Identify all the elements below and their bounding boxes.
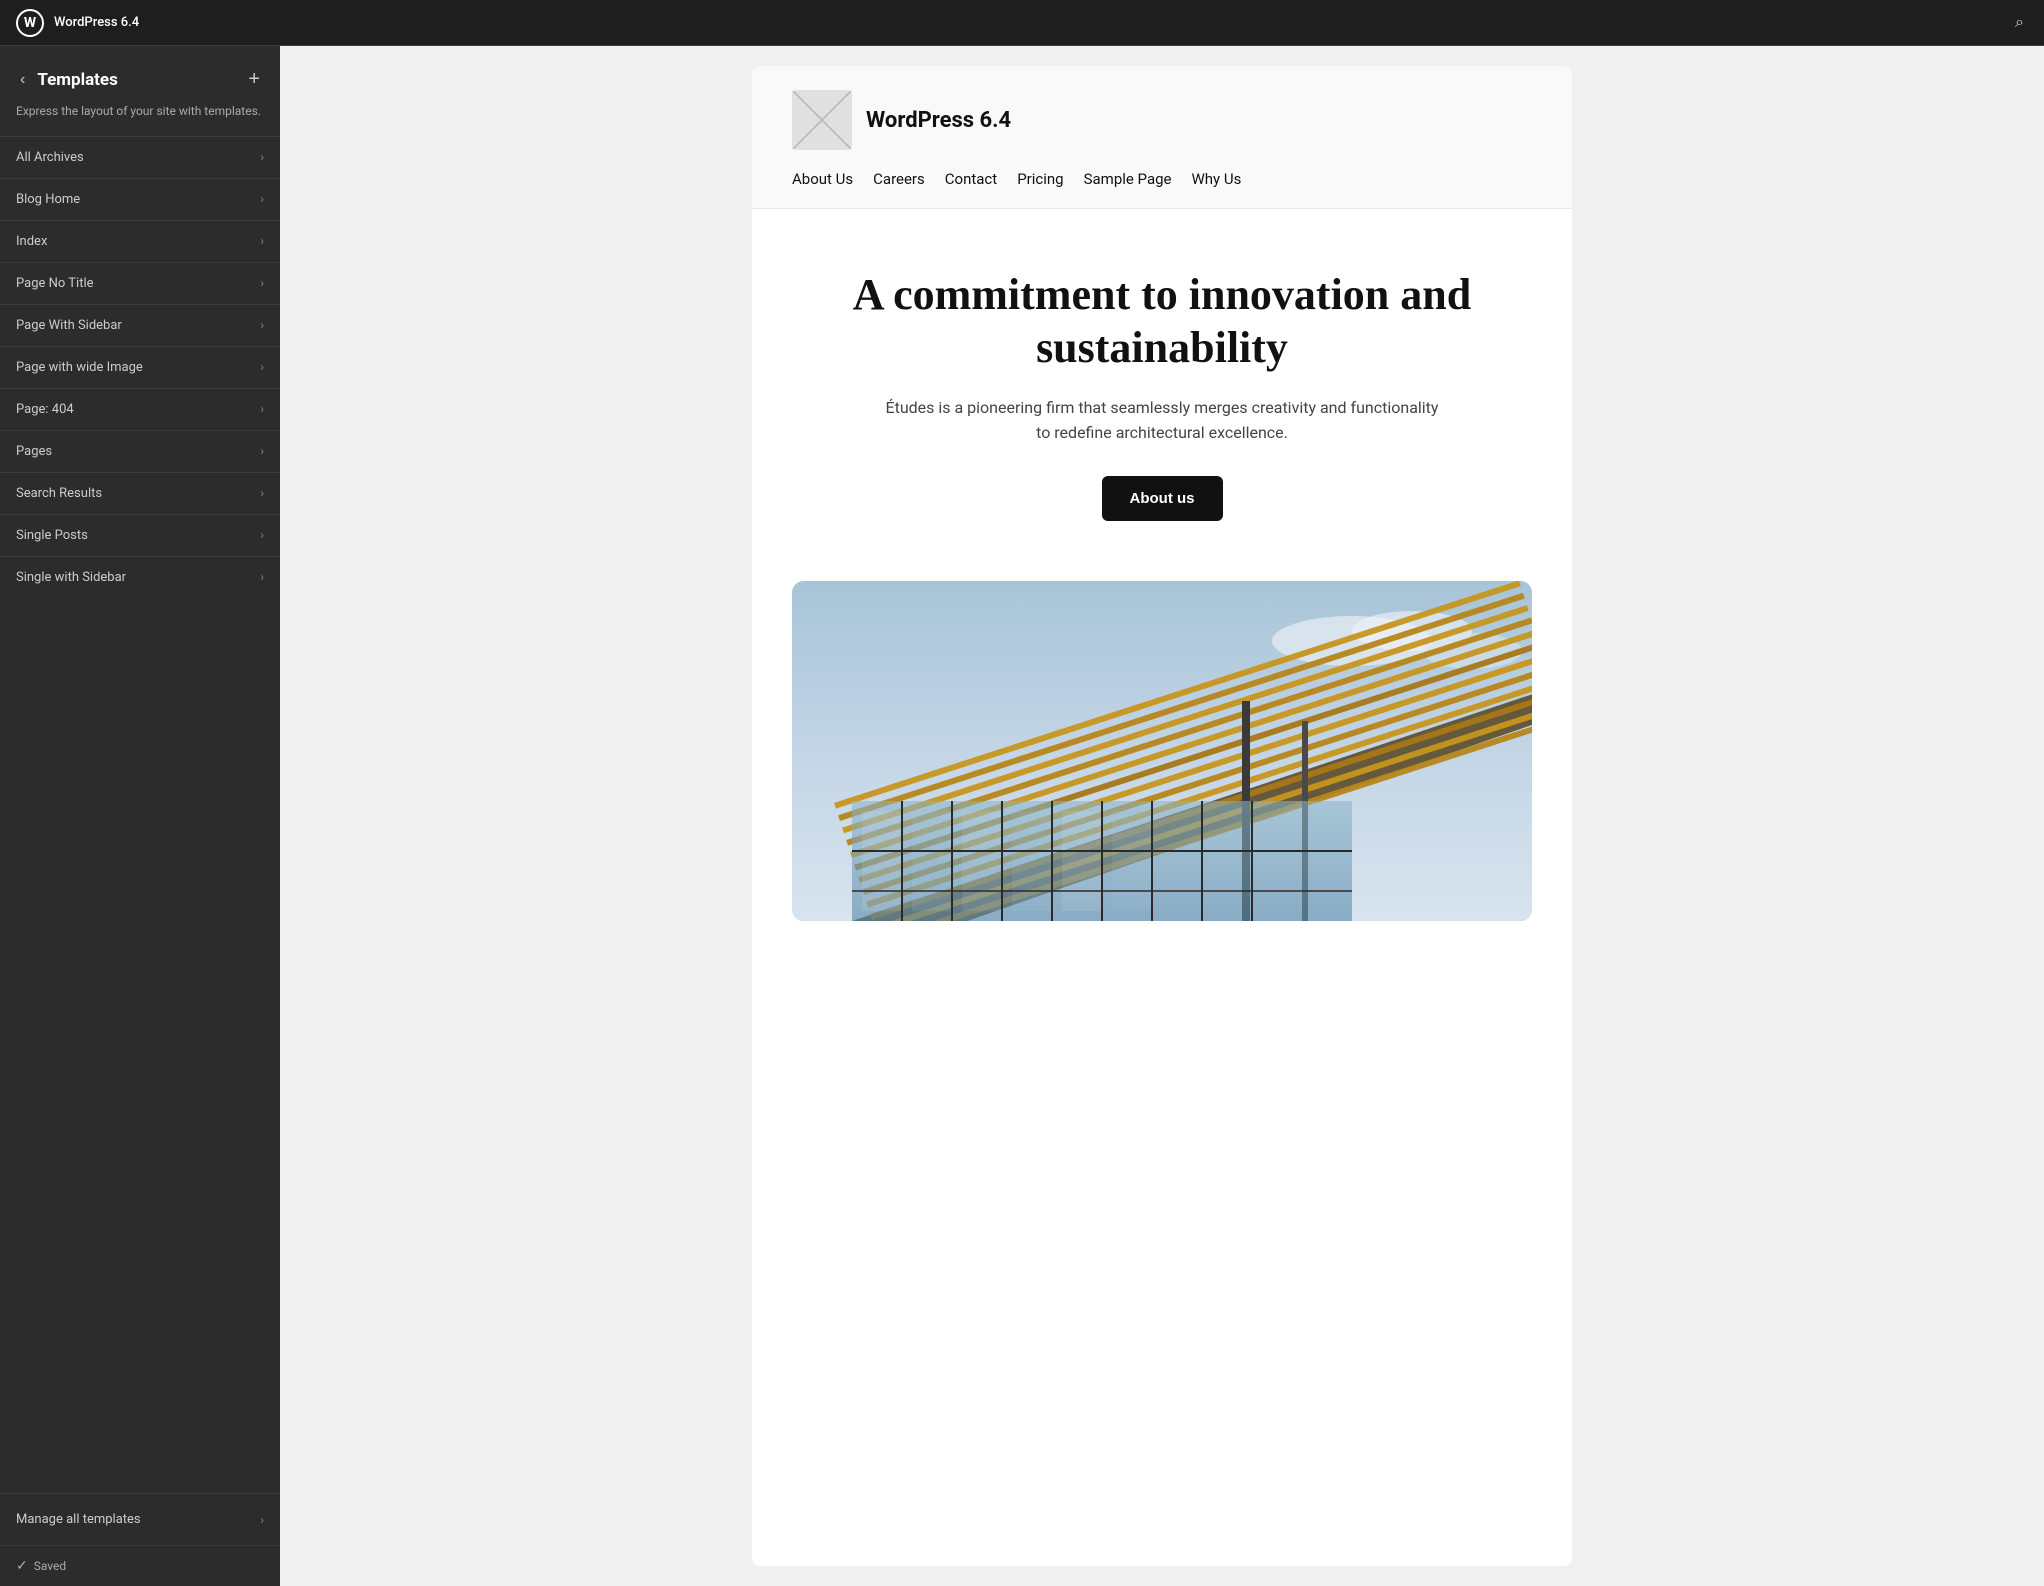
chevron-right-icon: › xyxy=(260,528,264,542)
main-preview: WordPress 6.4 About Us Careers Contact P… xyxy=(280,46,2044,1586)
chevron-right-icon: › xyxy=(260,1513,264,1527)
chevron-right-icon: › xyxy=(260,570,264,584)
search-button[interactable]: ⌕ xyxy=(2011,10,2028,36)
template-label: Page No Title xyxy=(16,276,94,291)
preview-card: WordPress 6.4 About Us Careers Contact P… xyxy=(752,66,1572,1566)
sidebar-description: Express the layout of your site with tem… xyxy=(0,99,280,136)
nav-careers[interactable]: Careers xyxy=(873,170,925,188)
back-button[interactable]: ‹ xyxy=(16,69,29,91)
template-label: Pages xyxy=(16,444,52,459)
site-header: WordPress 6.4 About Us Careers Contact P… xyxy=(752,66,1572,209)
wp-logo[interactable]: W xyxy=(16,9,44,37)
nav-why-us[interactable]: Why Us xyxy=(1191,170,1241,188)
list-item: Page No Title › xyxy=(0,262,280,304)
template-single-posts[interactable]: Single Posts › xyxy=(0,515,280,556)
template-list: All Archives › Blog Home › Index › Page … xyxy=(0,136,280,1493)
top-bar-left: W WordPress 6.4 xyxy=(16,9,139,37)
chevron-right-icon: › xyxy=(260,444,264,458)
saved-check-icon: ✓ xyxy=(16,1558,28,1574)
template-blog-home[interactable]: Blog Home › xyxy=(0,179,280,220)
template-pages[interactable]: Pages › xyxy=(0,431,280,472)
add-template-button[interactable]: + xyxy=(244,66,264,93)
template-label: Page: 404 xyxy=(16,402,74,417)
list-item: All Archives › xyxy=(0,136,280,178)
about-us-button[interactable]: About us xyxy=(1102,476,1223,521)
top-bar: W WordPress 6.4 ⌕ xyxy=(0,0,2044,46)
saved-label: Saved xyxy=(34,1559,66,1573)
chevron-right-icon: › xyxy=(260,192,264,206)
template-label: Blog Home xyxy=(16,192,80,207)
template-index[interactable]: Index › xyxy=(0,221,280,262)
list-item: Page with wide Image › xyxy=(0,346,280,388)
list-item: Blog Home › xyxy=(0,178,280,220)
manage-templates-link[interactable]: Manage all templates › xyxy=(16,1508,264,1531)
hero-title: A commitment to innovation and sustainab… xyxy=(792,269,1532,375)
template-label: Page with wide Image xyxy=(16,360,143,375)
nav-contact[interactable]: Contact xyxy=(945,170,997,188)
chevron-right-icon: › xyxy=(260,402,264,416)
building-image xyxy=(792,581,1532,921)
list-item: Single with Sidebar › xyxy=(0,556,280,598)
sidebar-header: ‹ Templates + xyxy=(0,46,280,99)
chevron-right-icon: › xyxy=(260,318,264,332)
template-page-no-title[interactable]: Page No Title › xyxy=(0,263,280,304)
list-item: Search Results › xyxy=(0,472,280,514)
list-item: Single Posts › xyxy=(0,514,280,556)
manage-templates-label: Manage all templates xyxy=(16,1512,141,1527)
nav-sample-page[interactable]: Sample Page xyxy=(1084,170,1172,188)
chevron-right-icon: › xyxy=(260,276,264,290)
sidebar-footer: Manage all templates › xyxy=(0,1493,280,1545)
list-item: Page With Sidebar › xyxy=(0,304,280,346)
chevron-right-icon: › xyxy=(260,360,264,374)
sidebar-heading: Templates xyxy=(37,70,118,90)
saved-bar: ✓ Saved xyxy=(0,1545,280,1586)
sidebar-header-left: ‹ Templates xyxy=(16,69,118,91)
hero-section: A commitment to innovation and sustainab… xyxy=(752,209,1572,561)
sidebar: ‹ Templates + Express the layout of your… xyxy=(0,46,280,1586)
template-page-with-sidebar[interactable]: Page With Sidebar › xyxy=(0,305,280,346)
site-branding: WordPress 6.4 xyxy=(792,90,1532,150)
site-nav: About Us Careers Contact Pricing Sample … xyxy=(792,170,1532,188)
template-all-archives[interactable]: All Archives › xyxy=(0,137,280,178)
list-item: Index › xyxy=(0,220,280,262)
template-search-results[interactable]: Search Results › xyxy=(0,473,280,514)
template-page-wide-image[interactable]: Page with wide Image › xyxy=(0,347,280,388)
hero-description: Études is a pioneering firm that seamles… xyxy=(882,395,1442,446)
nav-about-us[interactable]: About Us xyxy=(792,170,853,188)
template-label: Single with Sidebar xyxy=(16,570,126,585)
top-bar-title: WordPress 6.4 xyxy=(54,15,139,30)
template-page-404[interactable]: Page: 404 › xyxy=(0,389,280,430)
chevron-right-icon: › xyxy=(260,486,264,500)
list-item: Page: 404 › xyxy=(0,388,280,430)
template-label: Single Posts xyxy=(16,528,88,543)
template-label: Search Results xyxy=(16,486,102,501)
image-section xyxy=(752,561,1572,961)
list-item: Pages › xyxy=(0,430,280,472)
site-logo xyxy=(792,90,852,150)
site-name: WordPress 6.4 xyxy=(866,108,1011,133)
template-label: All Archives xyxy=(16,150,84,165)
nav-pricing[interactable]: Pricing xyxy=(1017,170,1063,188)
template-single-sidebar[interactable]: Single with Sidebar › xyxy=(0,557,280,598)
chevron-right-icon: › xyxy=(260,150,264,164)
chevron-right-icon: › xyxy=(260,234,264,248)
template-label: Page With Sidebar xyxy=(16,318,122,333)
template-label: Index xyxy=(16,234,47,249)
